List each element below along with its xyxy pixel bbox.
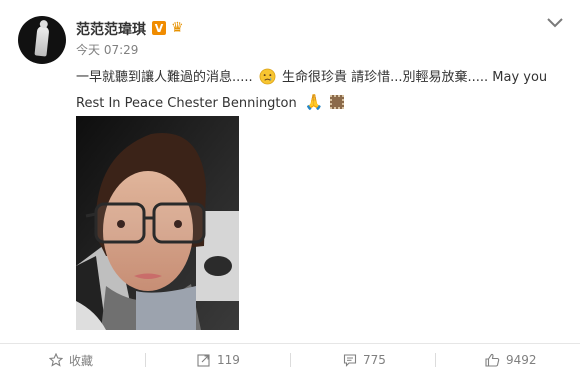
comment-count: 775 (363, 353, 386, 367)
action-separator (435, 353, 436, 367)
comment-icon (343, 354, 357, 367)
favorite-button[interactable]: 收藏 (49, 344, 93, 376)
repost-button[interactable]: 119 (197, 344, 240, 376)
repost-count: 119 (217, 353, 240, 367)
crown-icon: ♛ (171, 20, 184, 36)
like-count: 9492 (506, 353, 537, 367)
praying-hands-icon: 🙏 (304, 93, 324, 111)
chevron-down-icon[interactable] (546, 16, 564, 30)
author-name[interactable]: 范范范瑋琪 (76, 19, 146, 39)
favorite-label: 收藏 (69, 353, 94, 368)
action-separator (290, 353, 291, 367)
star-icon (49, 353, 63, 367)
post-text-part1: 一早就聽到讓人難過的消息..... (76, 70, 253, 85)
action-separator (145, 353, 146, 367)
selfie-photo[interactable] (76, 116, 239, 330)
post-time[interactable]: 今天 07:29 (76, 41, 138, 58)
post-text: 一早就聽到讓人難過的消息..... 生命很珍貴 請珍惜...別輕易放棄.....… (76, 66, 556, 116)
verified-badge-icon: V (152, 21, 166, 35)
avatar[interactable] (18, 16, 66, 64)
avatar-figure (34, 25, 50, 57)
action-bar: 收藏 119 775 9492 (0, 344, 580, 376)
comment-button[interactable]: 775 (343, 344, 386, 376)
crying-face-icon (259, 68, 276, 85)
repost-icon (197, 354, 210, 367)
stamp-icon (329, 95, 344, 109)
thumbs-up-icon (485, 353, 500, 367)
selfie-illustration (76, 116, 239, 330)
like-button[interactable]: 9492 (485, 344, 537, 376)
